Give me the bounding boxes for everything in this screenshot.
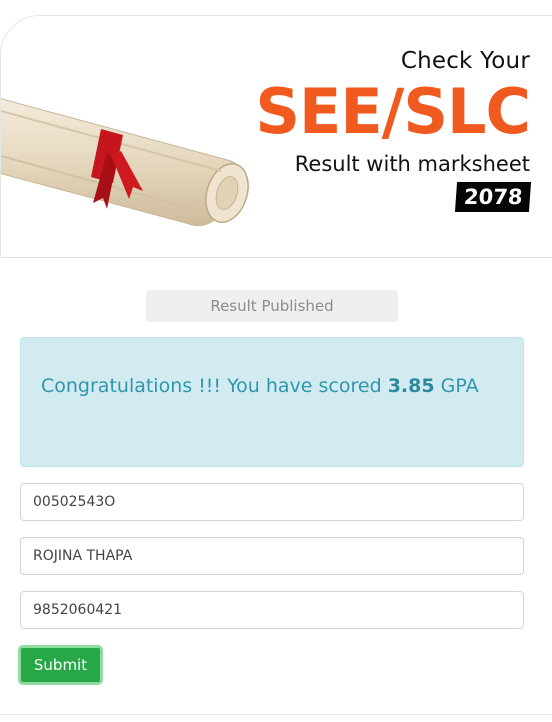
alert-message: Congratulations !!! You have scored	[41, 375, 382, 397]
diploma-scroll-image	[1, 98, 249, 227]
phone-field[interactable]	[20, 591, 524, 629]
year-badge: 2078	[454, 182, 532, 212]
headline-block: Check Your SEE/SLC Result with marksheet…	[255, 48, 532, 212]
headline-see-slc: SEE/SLC	[255, 75, 531, 148]
status-badge: Result Published	[146, 290, 398, 322]
header-banner: Check Your SEE/SLC Result with marksheet…	[0, 15, 552, 258]
divider	[0, 714, 552, 715]
headline-check-your: Check Your	[400, 48, 530, 74]
name-field[interactable]	[20, 537, 524, 575]
gpa-unit: GPA	[440, 375, 479, 397]
result-alert: Congratulations !!! You have scored 3.85…	[20, 337, 524, 467]
submit-button[interactable]: Submit	[18, 645, 103, 685]
result-page: Check Your SEE/SLC Result with marksheet…	[0, 0, 552, 722]
headline-result-with-marksheet: Result with marksheet	[294, 152, 530, 176]
symbol-number-field[interactable]	[20, 483, 524, 521]
gpa-value: 3.85	[387, 375, 435, 397]
